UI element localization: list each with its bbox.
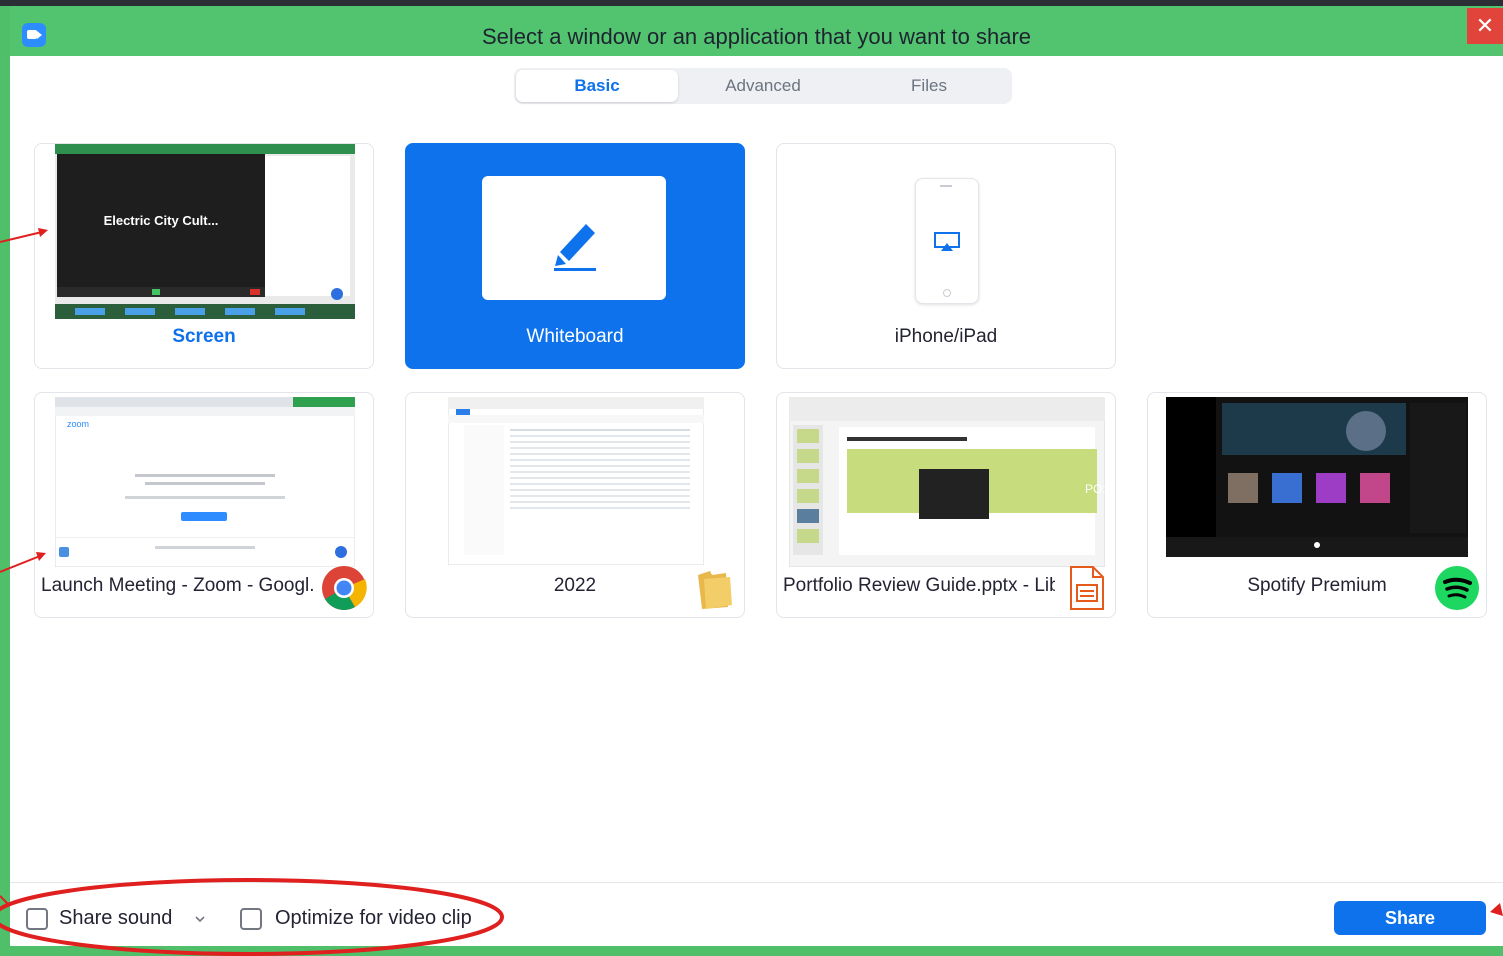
screen-thumbnail: Electric City Cult...: [55, 144, 355, 319]
chrome-window-thumbnail: zoom: [55, 397, 355, 572]
share-sound-checkbox[interactable]: [26, 908, 48, 930]
share-sound-label: Share sound: [59, 907, 173, 929]
chevron-down-icon[interactable]: [194, 914, 206, 924]
share-dialog-content: Basic Advanced Files Electric City Cult.…: [10, 56, 1503, 946]
window-title: Select a window or an application that y…: [481, 24, 1032, 49]
share-button[interactable]: Share: [1334, 901, 1486, 935]
title-bar: Select a window or an application that y…: [10, 6, 1503, 56]
share-option-folder-2022[interactable]: 2022: [405, 392, 745, 618]
share-option-whiteboard[interactable]: Whiteboard: [405, 143, 745, 369]
phone-icon: [915, 178, 979, 304]
screen-thumb-text: Electric City Cult...: [104, 213, 219, 228]
share-tabs: Basic Advanced Files: [514, 68, 1012, 104]
tab-advanced[interactable]: Advanced: [682, 70, 844, 102]
pencil-icon: [554, 224, 596, 271]
spotify-icon: [1435, 566, 1479, 610]
portfolio-pptx-label: Portfolio Review Guide.pptx - Lib...: [783, 575, 1055, 596]
whiteboard-canvas: [482, 176, 666, 300]
presentation-thumbnail: PO:: [789, 397, 1105, 567]
chrome-icon: [322, 566, 367, 610]
chrome-window-label: Launch Meeting - Zoom - Googl...: [41, 575, 313, 596]
share-option-chrome-window[interactable]: zoom Launch Meeting - Zoom - Googl...: [34, 392, 374, 618]
airplay-icon: [934, 232, 960, 251]
share-option-iphone-ipad[interactable]: iPhone/iPad: [776, 143, 1116, 369]
footer-divider: [10, 882, 1503, 883]
explorer-thumbnail: [448, 397, 704, 565]
tab-files[interactable]: Files: [848, 70, 1010, 102]
folder-icon: [698, 571, 732, 609]
share-option-screen[interactable]: Electric City Cult... Screen: [34, 143, 374, 369]
screen-label: Screen: [172, 326, 236, 347]
close-button[interactable]: ✕: [1467, 8, 1503, 44]
share-option-spotify[interactable]: Spotify Premium: [1147, 392, 1487, 618]
optimize-video-label: Optimize for video clip: [275, 907, 472, 929]
spotify-thumbnail: [1166, 397, 1468, 557]
tab-basic[interactable]: Basic: [516, 70, 678, 102]
presentation-thumb-text: PO:: [1085, 482, 1105, 496]
whiteboard-label: Whiteboard: [526, 326, 624, 347]
iphone-ipad-label: iPhone/iPad: [894, 326, 998, 347]
share-option-portfolio-pptx[interactable]: PO: Portfolio Review Guide.pptx - Lib...: [776, 392, 1116, 618]
libreoffice-impress-icon: [1070, 566, 1104, 610]
optimize-video-checkbox[interactable]: [240, 908, 262, 930]
chrome-thumb-text: zoom: [67, 419, 89, 429]
